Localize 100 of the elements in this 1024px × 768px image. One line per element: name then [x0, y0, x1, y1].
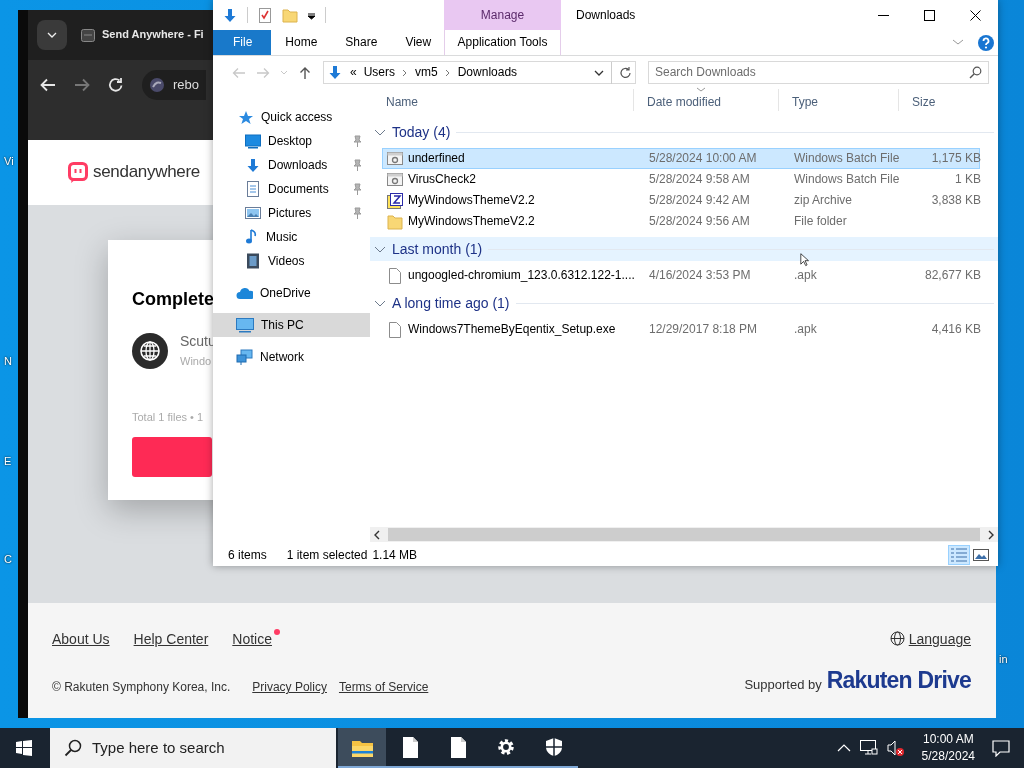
- customize-caret-icon[interactable]: [307, 10, 316, 20]
- type-cell-text: .apk: [793, 268, 818, 283]
- film-icon: [245, 253, 261, 269]
- logo-icon: [68, 161, 88, 184]
- chevron-icon: [47, 32, 57, 38]
- maximize-icon: [923, 9, 935, 21]
- desktop-icon-label[interactable]: in: [999, 653, 1008, 667]
- nav-label: Videos: [268, 253, 306, 269]
- language-link[interactable]: Language: [889, 630, 971, 648]
- legal-link[interactable]: Privacy Policy: [252, 680, 327, 695]
- download-icon[interactable]: [222, 7, 238, 23]
- address-bar[interactable]: rebo: [142, 70, 206, 100]
- help-icon[interactable]: [978, 34, 994, 51]
- nav-item[interactable]: Downloads: [213, 153, 370, 177]
- breadcrumb-overflow[interactable]: «: [350, 65, 357, 80]
- notification-icon[interactable]: [992, 739, 1010, 757]
- properties-icon[interactable]: [257, 6, 273, 24]
- partner-logo[interactable]: Rakuten Drive: [826, 667, 971, 695]
- nav-item[interactable]: Pictures: [213, 201, 370, 225]
- breadcrumb-item[interactable]: Users: [363, 65, 396, 80]
- file-row[interactable]: underfined 5/28/2024 10:00 AM Windows Batch File 1,175 KB: [382, 148, 980, 169]
- footer-link[interactable]: About Us: [52, 630, 110, 648]
- action-button[interactable]: [132, 436, 212, 477]
- forward-icon[interactable]: [74, 77, 90, 93]
- expand-ribbon-icon[interactable]: [952, 39, 964, 46]
- nav-item[interactable]: Music: [213, 225, 370, 249]
- file-row[interactable]: MyWindowsThemeV2.2 5/28/2024 9:56 AM File folder: [382, 211, 980, 232]
- footer-link[interactable]: Help Center: [133, 630, 209, 648]
- nav-item[interactable]: Quick access: [213, 105, 370, 129]
- group-header[interactable]: Last month (1): [370, 237, 998, 261]
- scrollbar-thumb[interactable]: [388, 528, 980, 541]
- file-row[interactable]: MyWindowsThemeV2.2 5/28/2024 9:42 AM zip Archive 3,838 KB: [382, 190, 980, 211]
- language-label: Language: [908, 630, 971, 648]
- taskbar-search-field[interactable]: Type here to search: [50, 728, 336, 768]
- nav-item[interactable]: OneDrive: [213, 281, 370, 305]
- dropdown-icon[interactable]: [594, 69, 604, 76]
- muted-speaker-icon[interactable]: [886, 739, 905, 757]
- up-icon[interactable]: [299, 65, 311, 80]
- column-label: Date modified: [647, 94, 722, 109]
- search-field[interactable]: Search Downloads: [648, 61, 989, 84]
- site-icon: [149, 77, 165, 93]
- address-text: rebo: [173, 77, 200, 93]
- item-count: 6 items: [228, 547, 267, 563]
- date-cell-text: 5/28/2024 9:58 AM: [648, 172, 751, 187]
- window-title: Downloads: [576, 7, 636, 23]
- site-logo[interactable]: sendanywhere: [93, 162, 200, 183]
- tab-search-button[interactable]: [37, 20, 67, 50]
- breadcrumb-item[interactable]: vm5: [415, 65, 438, 80]
- file-row[interactable]: VirusCheck2 5/28/2024 9:58 AM Windows Batch File 1 KB: [382, 169, 980, 190]
- type-cell-text: Windows Batch File: [793, 151, 901, 166]
- music-icon: [245, 229, 259, 245]
- group-header[interactable]: Today (4): [370, 120, 998, 144]
- refresh-icon[interactable]: [619, 66, 632, 79]
- column-header[interactable]: Type: [779, 89, 899, 111]
- clock[interactable]: 10:00 AM 5/28/2024: [921, 730, 975, 766]
- card-title: Complete: [132, 289, 214, 311]
- search-placeholder: Search Downloads: [655, 65, 757, 80]
- nav-label: Pictures: [268, 205, 313, 221]
- file-row[interactable]: ungoogled-chromium_123.0.6312.122-1.... 4/16/2024 3:53 PM .apk 82,677 KB: [382, 265, 980, 286]
- nav-item[interactable]: Network: [213, 345, 370, 369]
- size-cell-text: 4,416 KB: [930, 322, 981, 337]
- type-cell-text: File folder: [793, 214, 848, 229]
- ribbon-tab[interactable]: Share: [331, 30, 392, 55]
- date-cell-text: 5/28/2024 10:00 AM: [648, 151, 758, 166]
- chevron-icon: [444, 68, 451, 77]
- search-icon: [969, 66, 982, 79]
- ribbon-tab[interactable]: Home: [271, 30, 332, 55]
- file-name: ungoogled-chromium_123.0.6312.122-1....: [408, 268, 635, 283]
- legal-link[interactable]: Terms of Service: [338, 680, 429, 695]
- date-cell-text: 5/28/2024 9:56 AM: [648, 214, 751, 229]
- batch-file-icon: [387, 151, 403, 166]
- chevron-up-icon[interactable]: [836, 744, 851, 752]
- network-icon[interactable]: [859, 740, 878, 756]
- folder-icon: [387, 213, 403, 230]
- reload-icon[interactable]: [108, 77, 124, 93]
- nav-item[interactable]: Documents: [213, 177, 370, 201]
- breadcrumb-item[interactable]: Downloads: [457, 65, 518, 80]
- file-name: MyWindowsThemeV2.2: [408, 214, 535, 229]
- globe-icon: [132, 332, 168, 369]
- star-icon: [238, 109, 254, 125]
- column-header[interactable]: Date modified: [634, 89, 779, 111]
- group-header[interactable]: A long time ago (1): [370, 291, 998, 315]
- nav-item[interactable]: This PC: [213, 313, 370, 337]
- column-header[interactable]: Name: [373, 89, 634, 111]
- search-placeholder: Type here to search: [92, 739, 225, 757]
- column-header[interactable]: Size: [899, 89, 979, 111]
- taskbar-app[interactable]: [338, 728, 386, 768]
- tab-title[interactable]: Send Anywhere - Fi: [102, 28, 204, 42]
- ribbon-tab[interactable]: View: [391, 30, 446, 55]
- footer-link[interactable]: Notice: [232, 630, 272, 648]
- file-icon: [387, 267, 403, 284]
- nav-label: Music: [266, 229, 299, 245]
- nav-label: Quick access: [261, 109, 334, 125]
- nav-item[interactable]: Videos: [213, 249, 370, 273]
- file-row[interactable]: Windows7ThemeByEqentix_Setup.exe 12/29/2017 8:18 PM .apk 4,416 KB: [382, 319, 980, 340]
- download-icon: [327, 65, 343, 80]
- address-field[interactable]: « Users vm5 Downloads: [323, 61, 636, 84]
- nav-item[interactable]: Desktop: [213, 129, 370, 153]
- file-menu-tab[interactable]: File: [213, 30, 272, 55]
- back-icon[interactable]: [40, 77, 56, 93]
